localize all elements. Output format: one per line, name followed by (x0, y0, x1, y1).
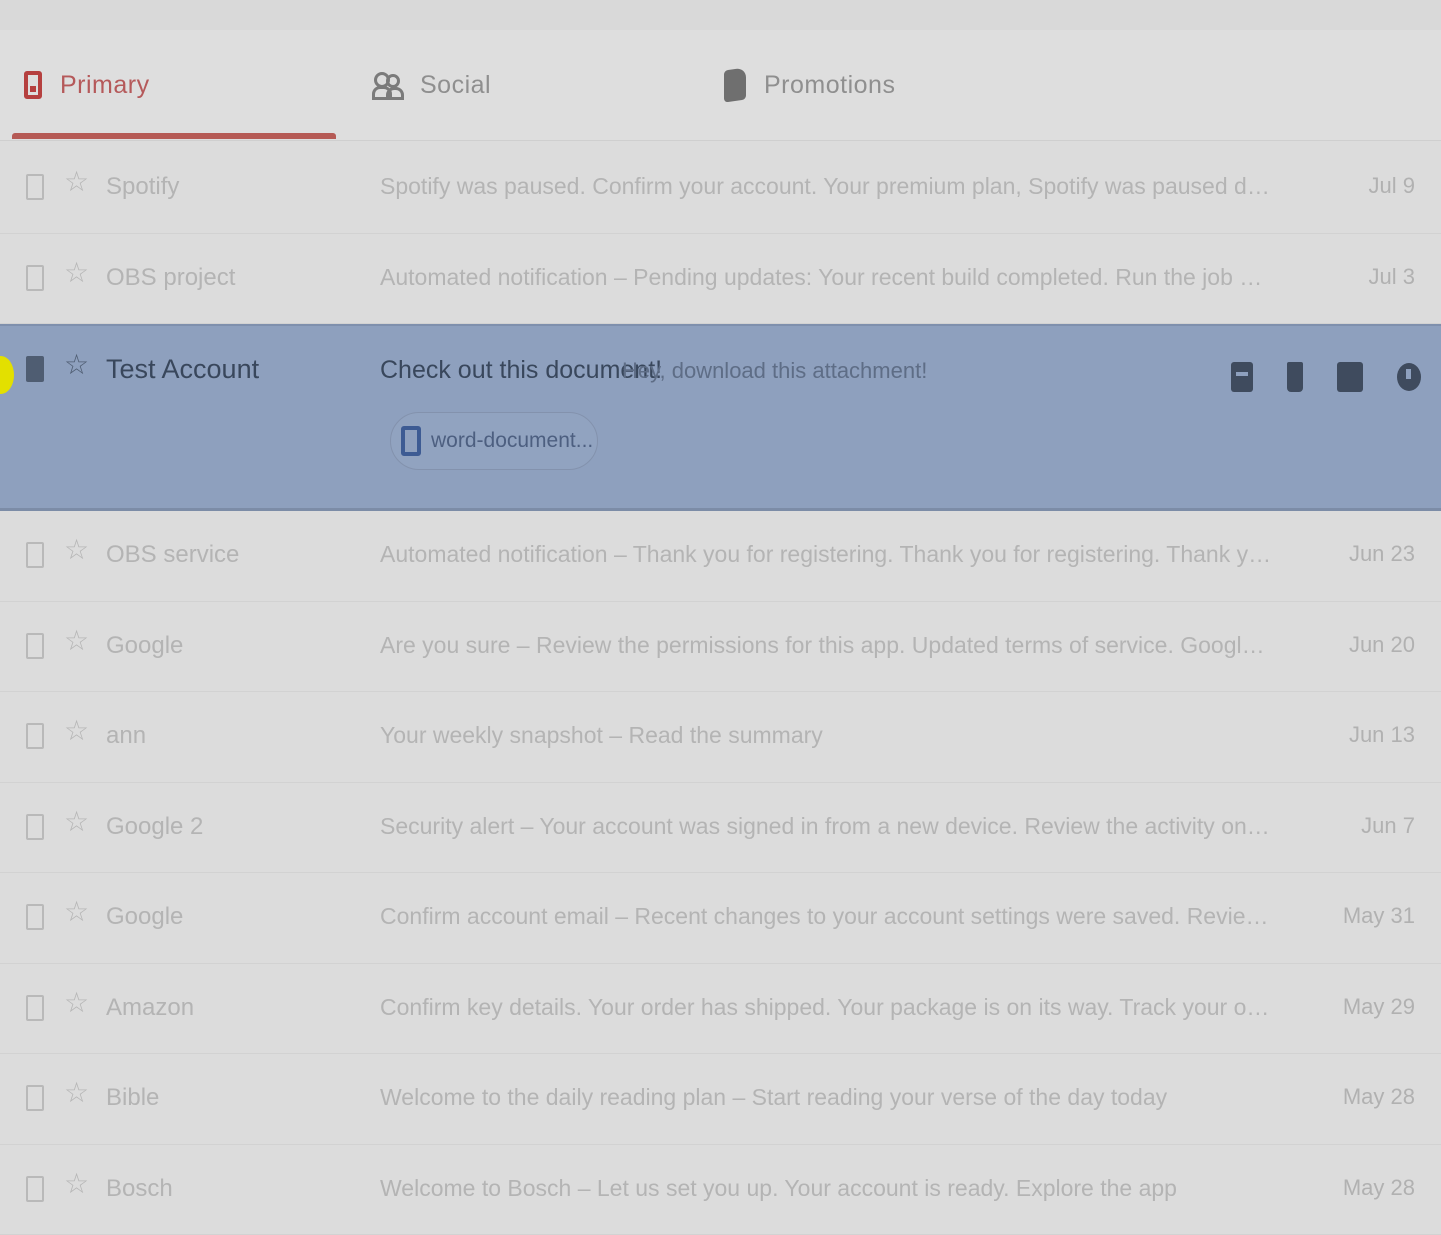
email-sender: Google 2 (106, 813, 203, 841)
email-sender: Test Account (106, 354, 259, 385)
email-date: Jun 20 (1349, 632, 1415, 658)
email-row-selected[interactable]: ☆ Test Account Check out this document! … (0, 324, 1441, 511)
star-icon[interactable]: ☆ (64, 627, 89, 655)
email-date: May 29 (1343, 994, 1415, 1020)
people-icon (372, 72, 402, 98)
row-checkbox[interactable] (26, 1176, 44, 1202)
email-date: Jun 7 (1361, 813, 1415, 839)
email-snippet: Are you sure – Review the permissions fo… (380, 632, 1275, 659)
star-icon[interactable]: ☆ (64, 808, 89, 836)
star-icon[interactable]: ☆ (64, 1170, 89, 1198)
archive-icon[interactable] (1231, 362, 1253, 392)
email-row[interactable]: ☆ Amazon Confirm key details. Your order… (0, 964, 1441, 1055)
email-row[interactable]: ☆ ann Your weekly snapshot – Read the su… (0, 692, 1441, 783)
row-checkbox[interactable] (26, 1085, 44, 1111)
email-snippet: Welcome to Bosch – Let us set you up. Yo… (380, 1175, 1275, 1202)
email-date: Jun 13 (1349, 722, 1415, 748)
email-date: May 28 (1343, 1175, 1415, 1201)
email-row[interactable]: ☆ Bible Welcome to the daily reading pla… (0, 1054, 1441, 1145)
top-strip (0, 0, 1441, 30)
email-date: Jul 9 (1369, 173, 1415, 199)
snooze-icon[interactable] (1397, 363, 1421, 391)
delete-icon[interactable] (1287, 362, 1303, 392)
email-date: Jun 23 (1349, 541, 1415, 567)
tag-icon (724, 67, 746, 102)
tab-primary-label: Primary (60, 71, 150, 100)
email-snippet: Welcome to the daily reading plan – Star… (380, 1084, 1275, 1111)
row-checkbox[interactable] (26, 904, 44, 930)
cursor-highlight (0, 356, 14, 394)
email-sender: ann (106, 722, 146, 750)
email-snippet: Security alert – Your account was signed… (380, 813, 1275, 840)
email-sender: Bible (106, 1084, 159, 1112)
attachment-name: word-document... (431, 429, 593, 453)
email-row[interactable]: ☆ Google Confirm account email – Recent … (0, 873, 1441, 964)
row-actions (1231, 362, 1421, 392)
email-snippet: Spotify was paused. Confirm your account… (380, 173, 1275, 200)
email-subject: Check out this document! (380, 356, 662, 385)
star-icon[interactable]: ☆ (64, 536, 89, 564)
email-snippet: Your weekly snapshot – Read the summary (380, 722, 1275, 749)
row-checkbox[interactable] (26, 174, 44, 200)
email-snippet: Automated notification – Thank you for r… (380, 541, 1275, 568)
row-checkbox-checked[interactable] (26, 356, 44, 382)
email-preview: Hey, download this attachment! (622, 358, 927, 384)
row-checkbox[interactable] (26, 542, 44, 568)
star-icon[interactable]: ☆ (64, 259, 89, 287)
tab-promotions-label: Promotions (764, 71, 895, 100)
row-checkbox[interactable] (26, 814, 44, 840)
category-tabs: Primary Social Promotions (0, 30, 1441, 141)
active-tab-indicator (12, 133, 336, 139)
mark-unread-icon[interactable] (1337, 362, 1363, 392)
email-snippet: Automated notification – Pending updates… (380, 264, 1275, 291)
email-row[interactable]: ☆ Spotify Spotify was paused. Confirm yo… (0, 143, 1441, 234)
document-icon (401, 426, 421, 456)
star-icon[interactable]: ☆ (64, 168, 89, 196)
email-sender: Bosch (106, 1175, 173, 1203)
star-icon[interactable]: ☆ (64, 1079, 89, 1107)
email-sender: Spotify (106, 173, 179, 201)
star-icon[interactable]: ☆ (64, 898, 89, 926)
email-snippet: Confirm key details. Your order has ship… (380, 994, 1275, 1021)
email-sender: Amazon (106, 994, 194, 1022)
email-list: ☆ Spotify Spotify was paused. Confirm yo… (0, 143, 1441, 1235)
email-row[interactable]: ☆ Google 2 Security alert – Your account… (0, 783, 1441, 874)
email-sender: Google (106, 903, 183, 931)
email-row[interactable]: ☆ Bosch Welcome to Bosch – Let us set yo… (0, 1145, 1441, 1235)
email-sender: OBS service (106, 541, 239, 569)
attachment-chip[interactable]: word-document... (390, 412, 598, 470)
star-icon[interactable]: ☆ (64, 717, 89, 745)
row-checkbox[interactable] (26, 995, 44, 1021)
row-checkbox[interactable] (26, 265, 44, 291)
inbox-icon (24, 71, 42, 99)
star-icon[interactable]: ☆ (64, 351, 89, 379)
email-date: May 28 (1343, 1084, 1415, 1110)
email-date: May 31 (1343, 903, 1415, 929)
email-snippet: Confirm account email – Recent changes t… (380, 903, 1275, 930)
email-sender: Google (106, 632, 183, 660)
email-row[interactable]: ☆ OBS project Automated notification – P… (0, 234, 1441, 325)
tab-social[interactable]: Social (372, 30, 491, 140)
email-date: Jul 3 (1369, 264, 1415, 290)
tab-primary[interactable]: Primary (24, 30, 150, 140)
tab-promotions[interactable]: Promotions (724, 30, 895, 140)
star-icon[interactable]: ☆ (64, 989, 89, 1017)
tab-social-label: Social (420, 71, 491, 100)
row-checkbox[interactable] (26, 723, 44, 749)
email-sender: OBS project (106, 264, 235, 292)
email-row[interactable]: ☆ OBS service Automated notification – T… (0, 511, 1441, 602)
row-checkbox[interactable] (26, 633, 44, 659)
email-row[interactable]: ☆ Google Are you sure – Review the permi… (0, 602, 1441, 693)
